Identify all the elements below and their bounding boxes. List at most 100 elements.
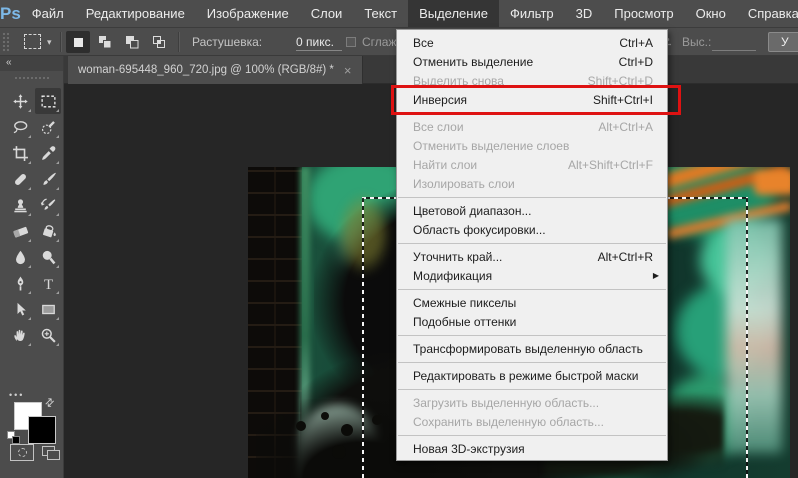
separator — [60, 32, 61, 52]
menubar-item-просмотр[interactable]: Просмотр — [603, 0, 684, 27]
tools-panel-grip[interactable] — [13, 76, 50, 81]
subtract-from-selection-button[interactable] — [120, 31, 144, 53]
menu-item-label: Сохранить выделенную область... — [413, 414, 604, 429]
active-tool-preview-icon[interactable] — [24, 34, 41, 49]
menubar-item-окно[interactable]: Окно — [685, 0, 737, 27]
type-tool-button[interactable]: T — [35, 270, 61, 296]
intersect-selection-icon — [153, 36, 165, 48]
menubar-item-редактирование[interactable]: Редактирование — [75, 0, 196, 27]
zoom-tool-button[interactable] — [35, 322, 61, 348]
clone-stamp-tool-button[interactable] — [7, 192, 33, 218]
menu-item-shortcut: Alt+Ctrl+R — [597, 249, 653, 264]
height-input[interactable] — [712, 33, 756, 51]
menubar-item-файл[interactable]: Файл — [21, 0, 75, 27]
options-bar-grip[interactable] — [2, 32, 9, 52]
swap-colors-icon[interactable]: ⇄ — [42, 395, 57, 410]
menubar-item-изображение[interactable]: Изображение — [196, 0, 300, 27]
menu-item[interactable]: Область фокусировки... — [397, 220, 667, 239]
lasso-tool-button[interactable] — [7, 114, 33, 140]
screen-mode-button[interactable] — [42, 444, 62, 461]
menu-separator — [398, 334, 666, 336]
menu-separator — [398, 196, 666, 198]
photo-hair-strands — [336, 191, 392, 277]
menu-item[interactable]: Уточнить край... Alt+Ctrl+R — [397, 247, 667, 266]
menu-item[interactable]: Трансформировать выделенную область — [397, 339, 667, 358]
menu-item-shortcut: Ctrl+A — [619, 35, 653, 50]
dodge-tool-button[interactable] — [35, 244, 61, 270]
healing-brush-tool-button[interactable] — [7, 166, 33, 192]
collapse-panel-icon[interactable]: « — [0, 56, 63, 71]
type-tool-icon: T — [43, 276, 52, 291]
shape-tool-button[interactable] — [35, 296, 61, 322]
new-selection-button[interactable] — [66, 31, 90, 53]
feather-input[interactable]: 0 пикс. — [296, 33, 342, 51]
dodge-tool-icon — [42, 250, 55, 264]
photoshop-logo: Ps — [0, 3, 21, 23]
blur-tool-button[interactable] — [7, 244, 33, 270]
menu-item: Отменить выделение слоев — [397, 136, 667, 155]
menu-item[interactable]: Все Ctrl+A — [397, 33, 667, 52]
menubar-item-фильтр[interactable]: Фильтр — [499, 0, 565, 27]
menubar-item-слои[interactable]: Слои — [300, 0, 354, 27]
pen-tool-icon — [17, 275, 23, 291]
menu-item[interactable]: Смежные пикселы — [397, 293, 667, 312]
menu-item[interactable]: Подобные оттенки — [397, 312, 667, 331]
menu-separator — [398, 388, 666, 390]
menu-item-shortcut: Alt+Ctrl+A — [598, 119, 653, 134]
quick-mask-icon — [17, 448, 27, 457]
default-colors-icon[interactable] — [7, 431, 21, 445]
rectangular-marquee-tool-button[interactable] — [35, 88, 61, 114]
menu-item: Изолировать слои — [397, 174, 667, 193]
hand-tool-button[interactable] — [7, 322, 33, 348]
edit-toolbar-icon[interactable]: ••• — [9, 390, 24, 400]
menu-item[interactable]: Цветовой диапазон... — [397, 201, 667, 220]
antialias-checkbox[interactable] — [346, 37, 356, 47]
menu-separator — [398, 434, 666, 436]
tool-preset-chevron-icon[interactable]: ▾ — [47, 37, 52, 48]
pen-tool-button[interactable] — [7, 270, 33, 296]
path-selection-tool-icon — [17, 302, 26, 315]
clone-stamp-tool-icon — [13, 198, 27, 212]
menu-separator — [398, 288, 666, 290]
menu-item-label: Отменить выделение — [413, 54, 534, 69]
menubar-item-справка[interactable]: Справка — [737, 0, 798, 27]
close-tab-icon[interactable]: × — [344, 64, 352, 77]
submenu-arrow-icon: ▶ — [652, 271, 659, 280]
menubar-item-выделение[interactable]: Выделение — [408, 0, 499, 27]
selection-marquee-right — [746, 197, 748, 478]
menu-item[interactable]: Отменить выделение Ctrl+D — [397, 52, 667, 71]
eyedropper-tool-button[interactable] — [35, 140, 61, 166]
paint-bucket-tool-icon — [42, 224, 56, 237]
menu-item[interactable]: Модификация ▶ — [397, 266, 667, 285]
menubar-item-текст[interactable]: Текст — [353, 0, 408, 27]
menu-separator — [398, 242, 666, 244]
history-brush-tool-button[interactable] — [35, 192, 61, 218]
photoshop-window: Ps Файл Редактирование Изображение Слои Текс… — [0, 0, 798, 478]
eraser-tool-icon — [12, 226, 28, 237]
refine-edge-button[interactable]: У — [768, 32, 798, 52]
eraser-tool-button[interactable] — [7, 218, 33, 244]
brush-tool-button[interactable] — [35, 166, 61, 192]
menu-item[interactable]: Редактировать в режиме быстрой маски — [397, 366, 667, 385]
menu-separator — [398, 361, 666, 363]
menu-item[interactable]: Новая 3D-экструзия — [397, 439, 667, 458]
menu-item-label: Изолировать слои — [413, 176, 515, 191]
intersect-selection-button[interactable] — [147, 31, 171, 53]
quick-selection-tool-button[interactable] — [35, 114, 61, 140]
path-selection-tool-button[interactable] — [7, 296, 33, 322]
move-tool-icon — [12, 93, 28, 109]
quick-mask-mode-button[interactable] — [10, 444, 34, 461]
menu-item-label: Модификация — [413, 268, 493, 283]
move-tool-button[interactable] — [7, 88, 33, 114]
background-color-swatch[interactable] — [28, 416, 56, 444]
add-to-selection-button[interactable] — [93, 31, 117, 53]
hand-tool-icon — [13, 329, 25, 341]
menu-item-shortcut: Ctrl+D — [618, 54, 653, 69]
shape-tool-icon — [41, 304, 55, 314]
crop-tool-button[interactable] — [7, 140, 33, 166]
document-tab[interactable]: woman-695448_960_720.jpg @ 100% (RGB/8#)… — [68, 56, 363, 84]
paint-bucket-tool-button[interactable] — [35, 218, 61, 244]
photo-lace-detail — [278, 415, 284, 421]
add-to-selection-icon — [99, 36, 112, 49]
menubar-item-3d[interactable]: 3D — [565, 0, 604, 27]
